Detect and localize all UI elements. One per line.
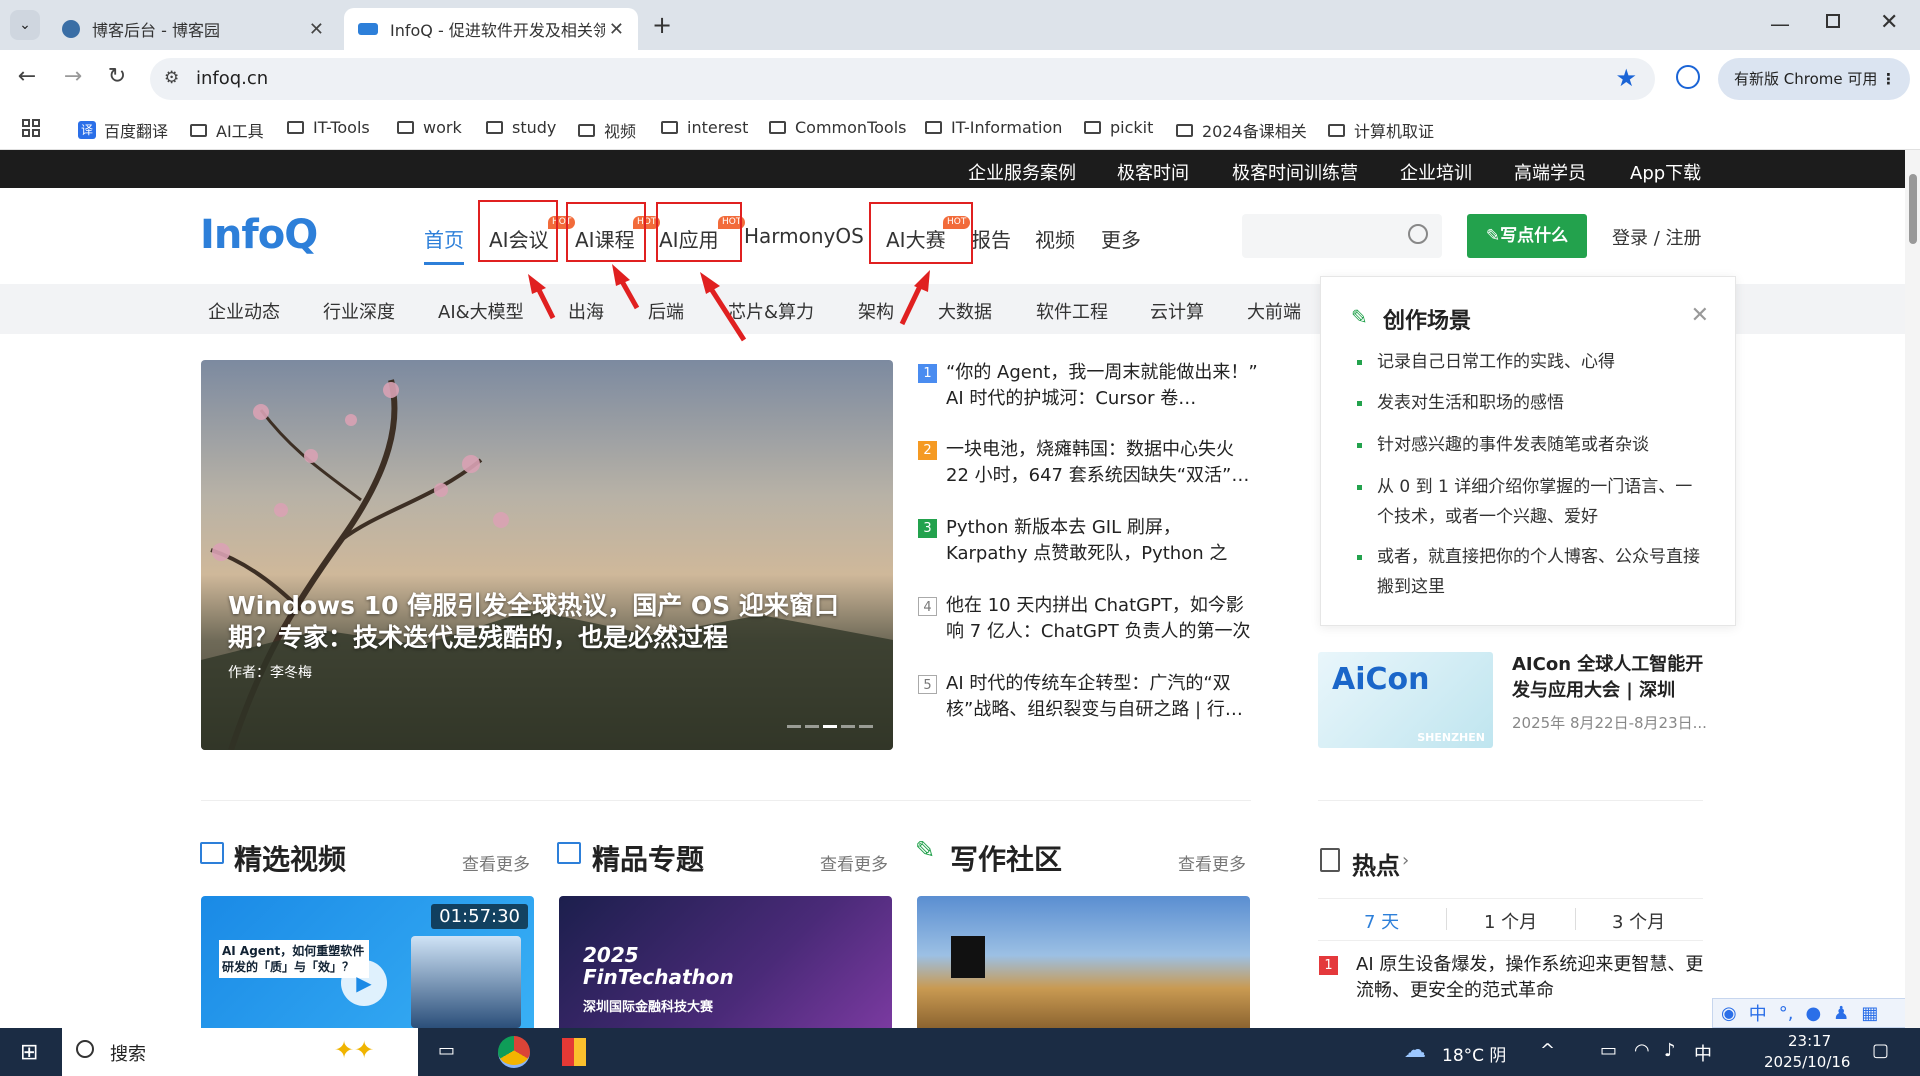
hot-tab-underline xyxy=(1318,940,1703,941)
rank-number: 2 xyxy=(918,441,937,460)
wifi-icon: ◠ xyxy=(1634,1040,1650,1061)
news-item[interactable]: 3 Python 新版本去 GIL 刷屏，Karpathy 点赞敢死队，Pyth… xyxy=(918,515,1258,575)
aicon-logo: AiCon xyxy=(1332,662,1430,697)
popup-title: 创作场景 xyxy=(1383,309,1472,334)
hot-tab-7d[interactable]: 7 天 xyxy=(1364,908,1399,934)
cloud-icon: ☁ xyxy=(1404,1038,1426,1063)
hero-title[interactable]: Windows 10 停服引发全球热议，国产 OS 迎来窗口期？专家：技术迭代是… xyxy=(228,590,848,654)
task-view-icon[interactable]: ▭ xyxy=(438,1040,455,1061)
topic-section-icon xyxy=(557,842,581,864)
divider xyxy=(1318,800,1703,801)
pencil-icon: ✎ xyxy=(1351,305,1368,329)
carousel-dots[interactable] xyxy=(787,725,873,728)
news-title[interactable]: “你的 Agent，我一周末就能做出来！” AI 时代的护城河：Cursor 卷… xyxy=(946,360,1261,412)
scrollbar-thumb[interactable] xyxy=(1909,174,1917,244)
clock-time[interactable]: 23:17 xyxy=(1788,1032,1831,1050)
volume-icon: ♪ xyxy=(1664,1040,1676,1061)
video-section-icon xyxy=(200,842,224,864)
news-item[interactable]: 5 AI 时代的传统车企转型：广汽的“双核”战略、组织裂变与自研之路 | 行… xyxy=(918,671,1258,731)
tree-branch-illustration xyxy=(201,379,893,750)
notification-icon[interactable]: ▢ xyxy=(1872,1040,1889,1061)
card-logo xyxy=(951,936,985,978)
windows-start-icon[interactable]: ⊞ xyxy=(20,1040,38,1065)
more-link[interactable]: 查看更多 xyxy=(820,850,888,875)
aicon-city: SHENZHEN xyxy=(1417,731,1485,744)
hot-list-icon xyxy=(1320,848,1340,872)
pen-section-icon: ✎ xyxy=(915,836,936,864)
tray-chevron-icon[interactable]: ^ xyxy=(1540,1040,1555,1061)
news-title[interactable]: AI 时代的传统车企转型：广汽的“双核”战略、组织裂变与自研之路 | 行… xyxy=(946,671,1261,723)
writing-card[interactable] xyxy=(917,896,1250,1028)
user-icon: ♟ xyxy=(1833,1002,1850,1024)
hot-tab-separator xyxy=(1446,908,1447,930)
news-title[interactable]: 他在 10 天内拼出 ChatGPT，如今影响 7 亿人：ChatGPT 负责人… xyxy=(946,593,1261,645)
chevron-right-icon[interactable]: › xyxy=(1402,850,1409,871)
more-link[interactable]: 查看更多 xyxy=(1178,850,1246,875)
clock-date[interactable]: 2025/10/16 xyxy=(1764,1053,1850,1071)
rank-number: 5 xyxy=(918,675,937,694)
taskbar-search-label: 搜索 xyxy=(110,1044,146,1065)
play-icon[interactable]: ▶ xyxy=(341,960,387,1006)
hot-item-title[interactable]: AI 原生设备爆发，操作系统迎来更智慧、更流畅、更安全的范式革命 xyxy=(1356,952,1706,1004)
rank-number: 1 xyxy=(918,364,937,383)
close-icon[interactable]: ✕ xyxy=(1691,303,1709,328)
hero-carousel[interactable]: Windows 10 停服引发全球热议，国产 OS 迎来窗口期？专家：技术迭代是… xyxy=(201,360,893,750)
punctuation-icon: °, xyxy=(1778,1002,1794,1024)
section-title-videos: 精选视频 xyxy=(234,843,347,876)
fintech-title: 2025 FinTechathon xyxy=(583,943,734,989)
chrome-taskbar-icon[interactable] xyxy=(498,1036,530,1068)
section-title-topics: 精品专题 xyxy=(592,843,705,876)
section-title-writing: 写作社区 xyxy=(950,843,1063,876)
speakers-photo xyxy=(411,936,521,1028)
popup-item: 记录自己日常工作的实践、心得 xyxy=(1357,347,1707,377)
aicon-banner[interactable]: AiCon SHENZHEN xyxy=(1318,652,1493,748)
sparkle-icon: ✦✦ xyxy=(334,1036,375,1064)
hot-tab-separator xyxy=(1575,908,1576,930)
news-title[interactable]: Python 新版本去 GIL 刷屏，Karpathy 点赞敢死队，Python… xyxy=(946,515,1261,567)
video-duration: 01:57:30 xyxy=(431,904,528,929)
fintech-subtitle: 深圳国际金融科技大赛 xyxy=(583,1000,714,1015)
popup-item: 发表对生活和职场的感悟 xyxy=(1357,388,1707,418)
grid-icon: ▦ xyxy=(1861,1002,1879,1024)
section-title-hot[interactable]: 热点 xyxy=(1352,846,1400,881)
search-icon xyxy=(76,1040,94,1058)
aicon-title[interactable]: AICon 全球人工智能开发与应用大会 | 深圳 xyxy=(1512,652,1704,704)
topic-card[interactable]: 2025 FinTechathon 深圳国际金融科技大赛 xyxy=(559,896,892,1028)
ifly-logo-icon: ◉ xyxy=(1721,1002,1737,1024)
rank-number: 3 xyxy=(918,519,937,538)
news-item[interactable]: 4 他在 10 天内拼出 ChatGPT，如今影响 7 亿人：ChatGPT 负… xyxy=(918,593,1258,653)
aicon-date: 2025年 8月22日-8月23日... xyxy=(1512,714,1707,732)
news-title[interactable]: 一块电池，烧瘫韩国：数据中心失火 22 小时，647 套系统因缺失“双活”… xyxy=(946,437,1261,489)
rank-number: 4 xyxy=(918,597,937,616)
ime-indicator[interactable]: 中 xyxy=(1694,1040,1712,1066)
hot-tab-1m[interactable]: 1 个月 xyxy=(1484,908,1537,934)
ime-toolbar[interactable]: ◉ 中 °, ● ♟ ▦ xyxy=(1712,998,1920,1028)
more-link[interactable]: 查看更多 xyxy=(462,850,530,875)
popup-item: 或者，就直接把你的个人博客、公众号直接搬到这里 xyxy=(1357,542,1707,602)
hot-tabs-divider xyxy=(1318,898,1703,899)
popup-item: 针对感兴趣的事件发表随笔或者杂谈 xyxy=(1357,430,1707,460)
windows-taskbar: ⊞ 搜索 ✦✦ ▭ ☁ 18°C 阴 ^ ▭ ◠ ♪ 中 23:17 2025/… xyxy=(0,1028,1920,1076)
mic-icon: ● xyxy=(1805,1002,1822,1024)
creation-scenes-popup: ✎ 创作场景 ✕ 记录自己日常工作的实践、心得 发表对生活和职场的感悟 针对感兴… xyxy=(1320,276,1736,626)
hero-author: 作者：李冬梅 xyxy=(228,665,312,681)
battery-icon: ▭ xyxy=(1600,1040,1618,1061)
video-card[interactable]: 01:57:30 AI Agent，如何重塑软件研发的「质」与「效」？ ▶ xyxy=(201,896,534,1028)
weather-text[interactable]: 18°C 阴 xyxy=(1442,1041,1506,1066)
page-scrollbar[interactable] xyxy=(1905,150,1920,1028)
news-item[interactable]: 2 一块电池，烧瘫韩国：数据中心失火 22 小时，647 套系统因缺失“双活”… xyxy=(918,437,1258,497)
ime-mode-label: 中 xyxy=(1748,1004,1767,1025)
app-taskbar-icon[interactable] xyxy=(562,1038,586,1066)
news-item[interactable]: 1 “你的 Agent，我一周末就能做出来！” AI 时代的护城河：Cursor… xyxy=(918,360,1258,420)
popup-item: 从 0 到 1 详细介绍你掌握的一门语言、一个技术，或者一个兴趣、爱好 xyxy=(1357,472,1707,532)
taskbar-search[interactable]: 搜索 ✦✦ xyxy=(62,1028,418,1076)
hot-rank-number: 1 xyxy=(1319,956,1338,975)
hot-tab-3m[interactable]: 3 个月 xyxy=(1612,908,1665,934)
divider xyxy=(201,800,1251,801)
